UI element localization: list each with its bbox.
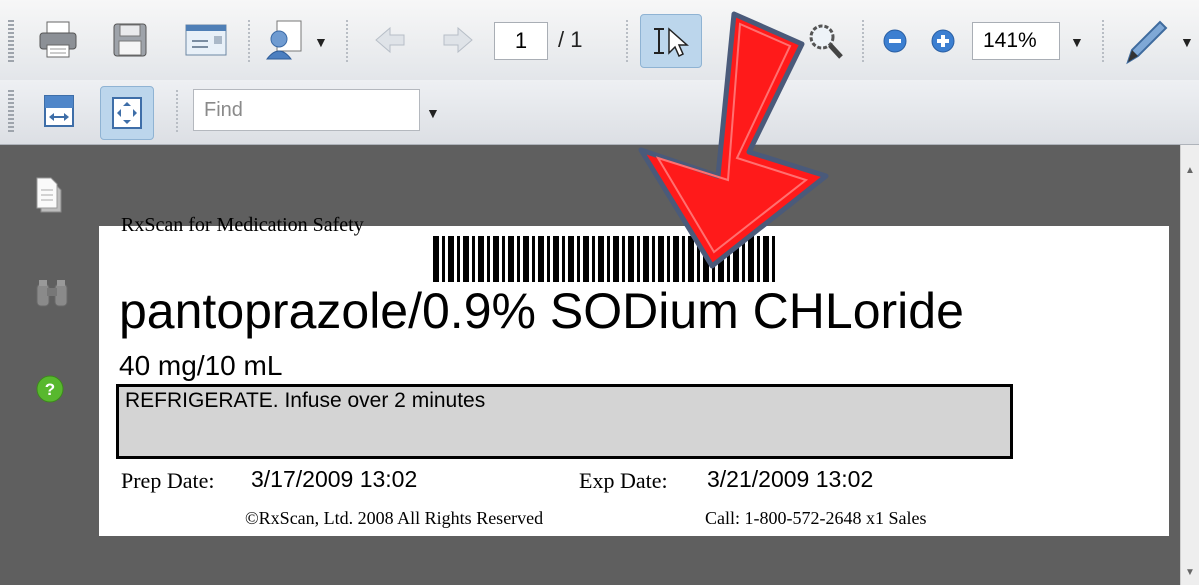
search-panel-button[interactable] <box>30 275 74 311</box>
scroll-down-icon[interactable]: ▼ <box>1185 567 1195 578</box>
help-button[interactable]: ? <box>32 371 68 407</box>
navigation-panel: ? <box>0 145 99 585</box>
contact-phone: Call: 1-800-572-2648 x1 Sales <box>705 508 927 528</box>
drug-name: pantoprazole/0.9% SODium CHLoride <box>119 283 964 339</box>
zoom-out-button[interactable] <box>880 26 910 56</box>
fit-page-button[interactable] <box>100 86 154 140</box>
email-button[interactable] <box>180 16 232 64</box>
arrow-right-icon <box>443 26 473 54</box>
page-number-input[interactable]: 1 <box>494 22 548 60</box>
previous-page-button[interactable] <box>372 22 408 58</box>
fit-page-icon <box>112 97 142 129</box>
fit-width-button[interactable] <box>36 88 82 134</box>
zoom-dropdown-icon[interactable]: ▼ <box>1070 34 1084 50</box>
text-select-cursor-icon <box>654 27 689 58</box>
fit-width-icon <box>44 95 74 127</box>
plus-circle-icon <box>931 29 955 53</box>
prep-date-label: Prep Date: <box>121 468 215 493</box>
vertical-scrollbar[interactable]: ▲ ▼ <box>1180 145 1199 585</box>
pen-dropdown-icon[interactable]: ▼ <box>1180 34 1194 50</box>
print-button[interactable] <box>34 16 82 64</box>
exp-date-value: 3/21/2009 13:02 <box>707 466 874 492</box>
user-share-icon <box>265 20 302 60</box>
instructions-text: REFRIGERATE. Infuse over 2 minutes <box>125 389 486 412</box>
binoculars-icon <box>36 280 68 307</box>
secondary-toolbar: Find ▼ <box>0 80 1199 145</box>
minus-circle-icon <box>883 29 907 53</box>
annotation-pen-button[interactable] <box>1118 14 1174 70</box>
share-dropdown-icon[interactable]: ▼ <box>314 34 328 50</box>
barcode <box>433 236 775 282</box>
document-page: RxScan for Medication Safety pantoprazol… <box>99 214 1169 536</box>
help-icon: ? <box>36 375 64 403</box>
page-total: / 1 <box>558 27 583 52</box>
floppy-disk-icon <box>113 23 147 57</box>
prep-date-value: 3/17/2009 13:02 <box>251 466 418 492</box>
select-tool-button[interactable] <box>640 14 702 68</box>
instructions-box: REFRIGERATE. Infuse over 2 minutes <box>116 384 1013 459</box>
pen-icon <box>1126 20 1168 65</box>
arrow-left-icon <box>375 26 405 54</box>
label-header: RxScan for Medication Safety <box>121 214 364 236</box>
toolbar-grip[interactable] <box>8 90 14 132</box>
email-icon <box>185 24 227 56</box>
main-toolbar: ▼ 1 / 1 141% ▼ ▼ <box>0 0 1199 81</box>
save-button[interactable] <box>106 16 154 64</box>
copyright-text: ©RxScan, Ltd. 2008 All Rights Reserved <box>245 508 544 528</box>
zoom-level-input[interactable]: 141% <box>972 22 1060 60</box>
page-icon <box>36 177 62 213</box>
share-button[interactable] <box>262 14 308 66</box>
exp-date-label: Exp Date: <box>579 468 668 493</box>
next-page-button[interactable] <box>440 22 476 58</box>
scroll-up-icon[interactable]: ▲ <box>1185 165 1195 176</box>
drug-dose: 40 mg/10 mL <box>119 350 283 381</box>
find-dropdown-icon[interactable]: ▼ <box>426 105 440 121</box>
magnifier-icon <box>809 24 843 59</box>
find-input[interactable]: Find <box>193 89 420 131</box>
zoom-tool-button[interactable] <box>802 18 848 64</box>
pages-panel-button[interactable] <box>30 173 70 217</box>
toolbar-grip[interactable] <box>8 20 14 62</box>
printer-icon <box>39 21 77 58</box>
svg-text:?: ? <box>45 380 55 399</box>
zoom-in-button[interactable] <box>928 26 958 56</box>
